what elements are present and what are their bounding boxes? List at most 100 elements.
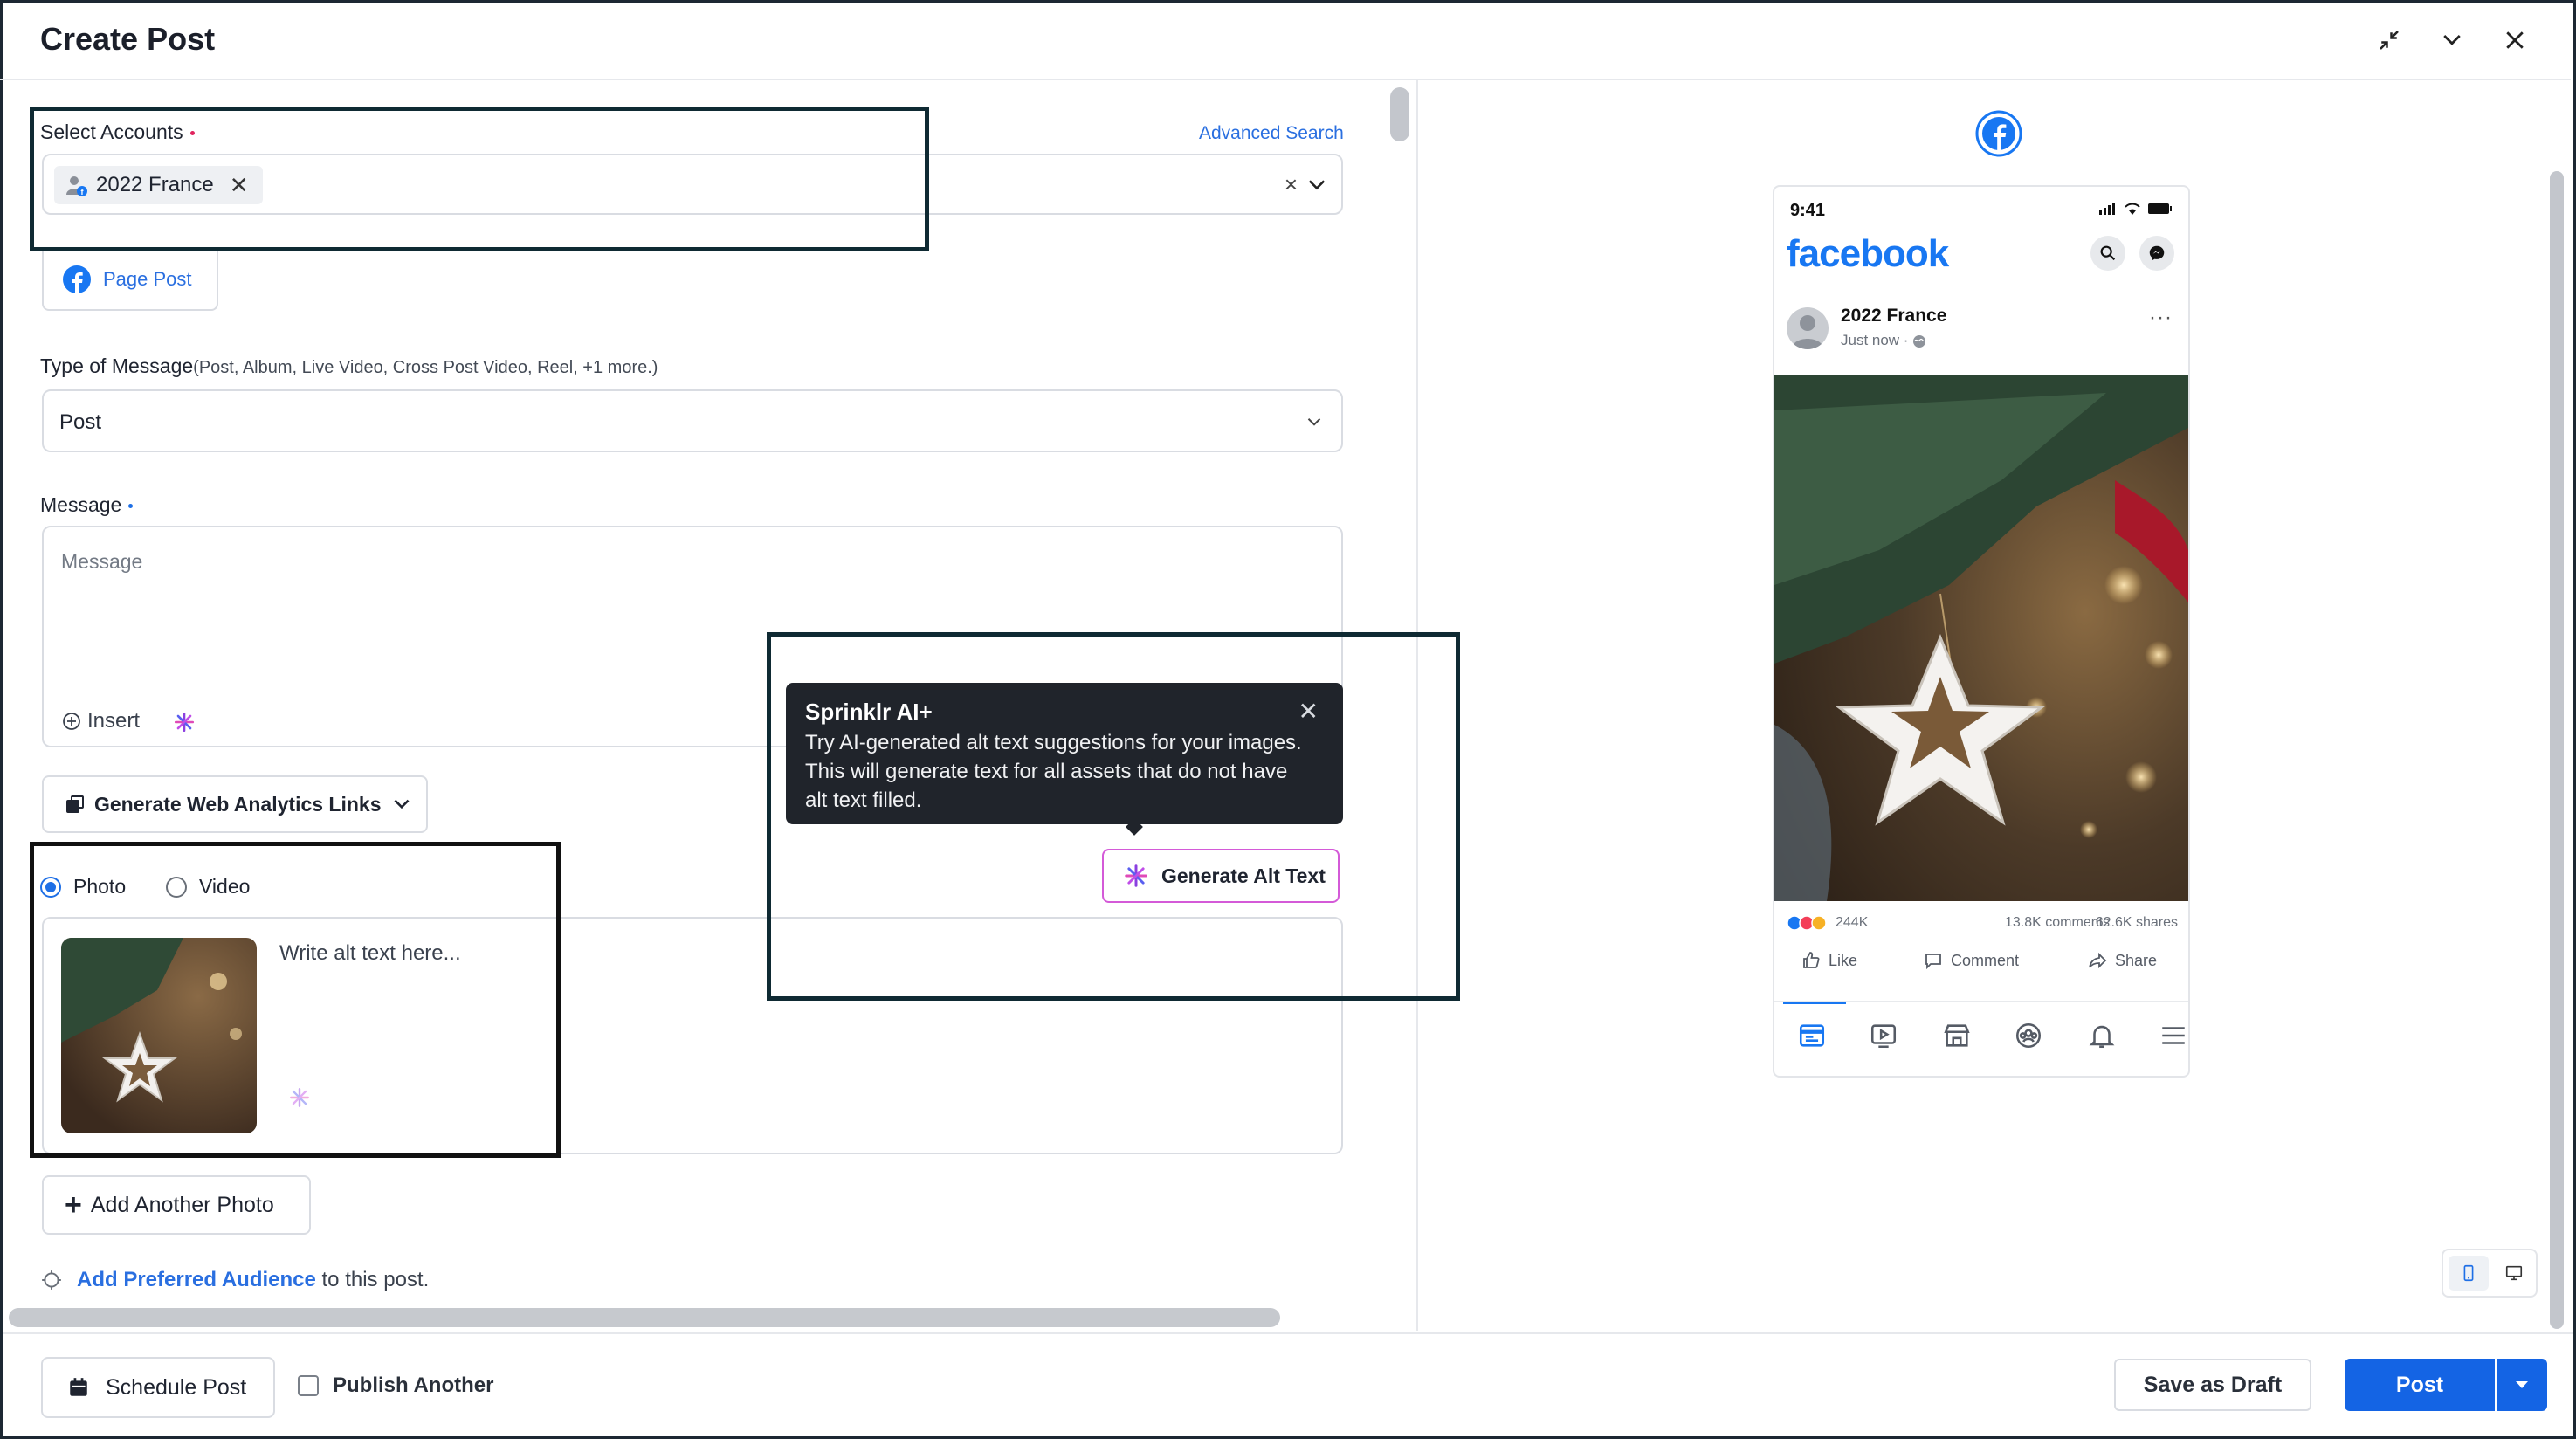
device-toggle xyxy=(2442,1249,2538,1298)
post-options-dropdown[interactable] xyxy=(2497,1359,2547,1411)
battery-icon xyxy=(2148,203,2172,214)
post-timestamp: Just now · xyxy=(1841,332,1926,349)
save-as-draft-button[interactable]: Save as Draft xyxy=(2114,1359,2311,1411)
generate-alt-text-button[interactable]: Generate Alt Text xyxy=(1102,849,1340,903)
photo-thumbnail[interactable] xyxy=(61,938,257,1133)
photo-label: Photo xyxy=(73,875,127,898)
accounts-select[interactable]: f 2022 France ✕ × xyxy=(42,154,1343,215)
account-chip[interactable]: f 2022 France ✕ xyxy=(54,166,263,204)
target-icon xyxy=(42,1270,61,1290)
clear-selection-icon[interactable]: × xyxy=(1285,171,1298,198)
share-action: Share xyxy=(2087,950,2157,971)
media-type-photo-radio[interactable]: Photo xyxy=(40,875,126,899)
notifications-bell-icon xyxy=(2089,1025,2115,1049)
chevron-down-icon xyxy=(394,799,410,809)
chevron-down-icon xyxy=(2443,35,2461,45)
facebook-preview-phone: 9:41 facebook 2022 France Just now · ··· xyxy=(1773,185,2190,1078)
form-scrollbar-thumb[interactable] xyxy=(1390,87,1409,141)
tooltip-body: Try AI-generated alt text suggestions fo… xyxy=(805,731,1302,812)
account-chip-label: 2022 France xyxy=(96,173,214,196)
tooltip-close-icon[interactable]: ✕ xyxy=(1298,697,1319,726)
publish-another-label: Publish Another xyxy=(333,1374,494,1397)
nav-active-indicator xyxy=(1783,1002,1846,1004)
radio-selected-icon xyxy=(40,876,61,898)
checkbox-unchecked-icon xyxy=(298,1375,319,1396)
required-indicator xyxy=(189,131,195,136)
marketplace-icon xyxy=(1944,1024,1970,1047)
message-placeholder: Message xyxy=(61,550,143,573)
advanced-search-link[interactable]: Advanced Search xyxy=(1199,123,1344,144)
video-icon xyxy=(1870,1024,1897,1049)
search-icon xyxy=(2090,236,2125,271)
message-label: Message xyxy=(40,493,134,517)
video-label: Video xyxy=(199,875,251,898)
post-button[interactable]: Post xyxy=(2345,1359,2495,1411)
menu-icon xyxy=(2162,1027,2185,1044)
comment-action: Comment xyxy=(1923,950,2019,971)
preferred-audience-row: Add Preferred Audience to this post. xyxy=(40,1268,429,1292)
alt-text-input[interactable]: Write alt text here... xyxy=(279,941,461,966)
status-bar-icons xyxy=(2099,203,2173,215)
minimize-button[interactable] xyxy=(2372,23,2407,58)
share-icon xyxy=(2089,952,2107,969)
ai-tooltip: Sprinklr AI+ Try AI-generated alt text s… xyxy=(786,683,1343,836)
comment-icon xyxy=(1925,954,1941,970)
chevron-down-icon[interactable] xyxy=(1305,173,1329,197)
media-type-video-radio[interactable]: Video xyxy=(166,875,250,899)
header: Create Post xyxy=(0,0,2571,80)
remove-account-icon[interactable]: ✕ xyxy=(230,172,249,199)
tab-page-post[interactable]: Page Post xyxy=(42,250,218,311)
insert-button[interactable]: Insert xyxy=(61,709,140,733)
facebook-wordmark: facebook xyxy=(1787,232,1949,275)
close-button[interactable] xyxy=(2497,23,2532,58)
ai-sparkle-icon[interactable] xyxy=(173,711,196,733)
caret-down-icon xyxy=(2516,1381,2528,1388)
thumbs-up-icon xyxy=(1803,952,1820,968)
add-preferred-audience-link[interactable]: Add Preferred Audience xyxy=(77,1268,316,1291)
collapse-arrows-icon xyxy=(2380,31,2399,50)
page-post-label: Page Post xyxy=(103,268,192,290)
publish-another-checkbox[interactable]: Publish Another xyxy=(298,1374,493,1398)
phone-bottom-nav xyxy=(1774,1001,2188,1076)
generate-alt-text-label: Generate Alt Text xyxy=(1161,864,1326,887)
globe-icon xyxy=(1913,334,1926,348)
generate-web-analytics-button[interactable]: Generate Web Analytics Links xyxy=(42,775,428,833)
required-indicator xyxy=(128,504,134,509)
post-author: 2022 France xyxy=(1841,306,1947,326)
message-type-select[interactable]: Post xyxy=(42,389,1343,452)
message-type-value: Post xyxy=(59,410,102,434)
wifi-icon xyxy=(2125,203,2140,215)
schedule-post-label: Schedule Post xyxy=(106,1374,247,1400)
close-icon xyxy=(2506,31,2524,49)
media-asset-card: Write alt text here... xyxy=(42,917,1343,1154)
plus-circle-icon xyxy=(63,713,80,730)
like-action: Like xyxy=(1801,950,1857,971)
page-title: Create Post xyxy=(40,21,216,57)
radio-unselected-icon xyxy=(166,876,187,898)
avatar xyxy=(1787,307,1829,349)
desktop-monitor-icon xyxy=(2505,1265,2523,1281)
plus-icon: + xyxy=(65,1188,82,1222)
more-options-icon: ··· xyxy=(2149,306,2173,329)
ai-sparkle-icon xyxy=(1125,864,1147,887)
preview-scrollbar-thumb[interactable] xyxy=(2550,171,2564,1329)
schedule-post-button[interactable]: Schedule Post xyxy=(41,1357,275,1418)
post-image xyxy=(1774,375,2188,901)
messenger-icon xyxy=(2139,236,2174,271)
tooltip-title: Sprinklr AI+ xyxy=(805,699,933,725)
groups-icon xyxy=(2015,1022,2042,1049)
mobile-view-button[interactable] xyxy=(2449,1256,2489,1291)
add-another-photo-button[interactable]: + Add Another Photo xyxy=(42,1175,311,1235)
facebook-icon xyxy=(63,265,91,293)
ai-sparkle-icon[interactable] xyxy=(288,1086,311,1109)
calendar-icon xyxy=(70,1378,87,1396)
news-feed-icon xyxy=(1799,1024,1825,1047)
account-avatar-icon: f xyxy=(65,174,87,196)
shares-count: 62.6K shares xyxy=(2095,915,2178,930)
collapse-button[interactable] xyxy=(2435,23,2469,58)
message-type-label: Type of Message(Post, Album, Live Video,… xyxy=(40,355,658,377)
signal-icon xyxy=(2099,203,2115,215)
copy-link-icon xyxy=(66,795,84,813)
horizontal-scrollbar-thumb[interactable] xyxy=(9,1308,1280,1327)
desktop-view-button[interactable] xyxy=(2494,1256,2534,1291)
